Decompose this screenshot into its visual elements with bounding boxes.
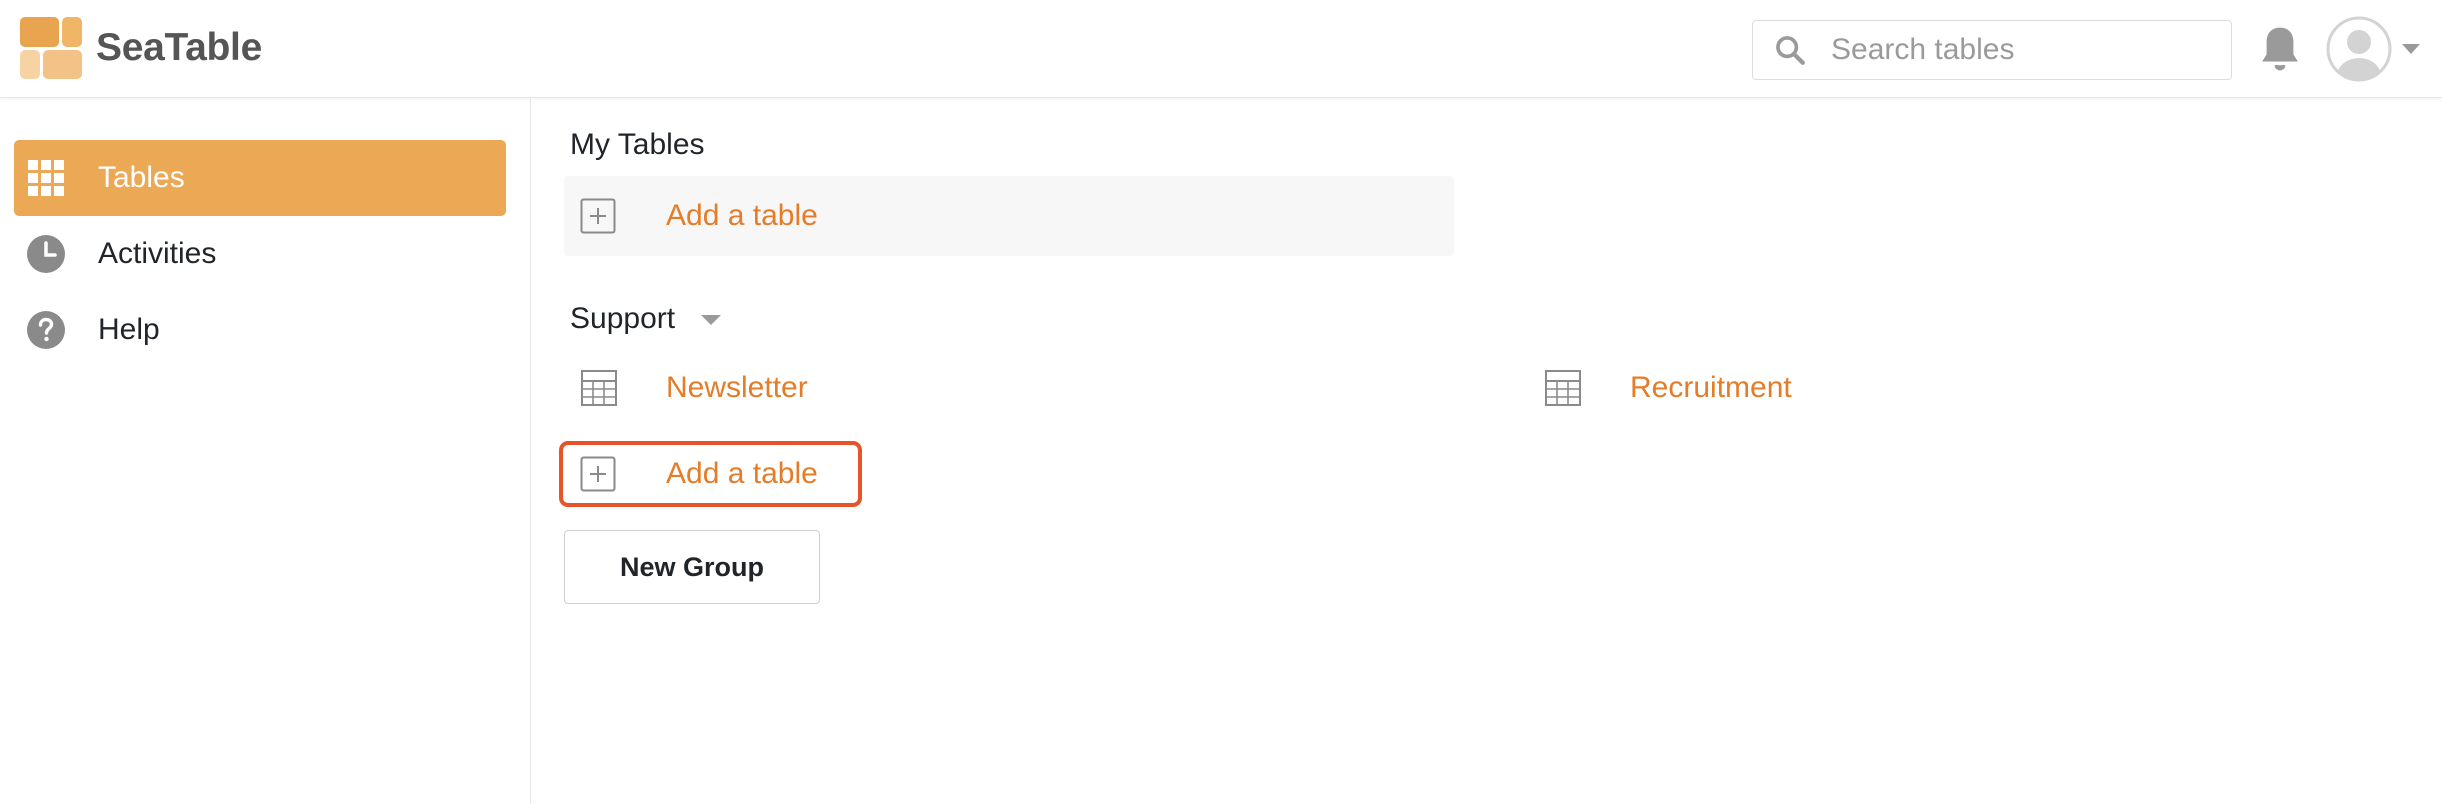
chevron-down-icon bbox=[2402, 44, 2420, 54]
plus-square-icon bbox=[580, 456, 616, 492]
support-group-title: Support bbox=[570, 302, 676, 335]
sidebar-item-help[interactable]: Help bbox=[14, 292, 506, 368]
bell-icon[interactable] bbox=[2258, 24, 2302, 74]
table-name: Newsletter bbox=[666, 371, 808, 404]
chevron-down-icon[interactable] bbox=[701, 314, 722, 326]
table-icon bbox=[581, 370, 617, 406]
brand-logo[interactable]: SeaTable bbox=[20, 17, 262, 79]
seatable-logo-icon bbox=[20, 17, 82, 79]
user-avatar-icon bbox=[2326, 16, 2392, 82]
my-tables-title: My Tables bbox=[570, 128, 705, 161]
table-item-recruitment[interactable]: Recruitment bbox=[1528, 358, 1792, 418]
sidebar: Tables Activities Help bbox=[0, 98, 531, 804]
plus-square-icon bbox=[580, 198, 616, 234]
support-group-header[interactable]: Support bbox=[570, 302, 722, 336]
main-content: My Tables Add a table Support Newsletter bbox=[532, 98, 2442, 804]
sidebar-item-label: Activities bbox=[98, 237, 217, 270]
sidebar-item-label: Tables bbox=[98, 161, 185, 194]
add-table-label: Add a table bbox=[666, 199, 818, 232]
my-tables-add-table[interactable]: Add a table bbox=[564, 176, 1454, 256]
search-box[interactable] bbox=[1752, 20, 2232, 80]
top-header: SeaTable bbox=[0, 0, 2442, 98]
grid-icon bbox=[28, 160, 64, 196]
search-icon bbox=[1776, 36, 1805, 65]
table-item-newsletter[interactable]: Newsletter bbox=[564, 358, 808, 418]
support-add-table[interactable]: Add a table bbox=[559, 441, 862, 507]
brand-name: SeaTable bbox=[96, 26, 262, 69]
user-menu[interactable] bbox=[2326, 16, 2420, 82]
sidebar-item-label: Help bbox=[98, 313, 160, 346]
clock-icon bbox=[27, 235, 65, 273]
sidebar-item-tables[interactable]: Tables bbox=[14, 140, 506, 216]
question-icon bbox=[27, 311, 65, 349]
new-group-button[interactable]: New Group bbox=[564, 530, 820, 604]
table-icon bbox=[1545, 370, 1581, 406]
table-name: Recruitment bbox=[1630, 371, 1792, 404]
add-table-label: Add a table bbox=[666, 457, 818, 490]
search-input[interactable] bbox=[1829, 32, 2209, 68]
sidebar-item-activities[interactable]: Activities bbox=[14, 216, 506, 292]
